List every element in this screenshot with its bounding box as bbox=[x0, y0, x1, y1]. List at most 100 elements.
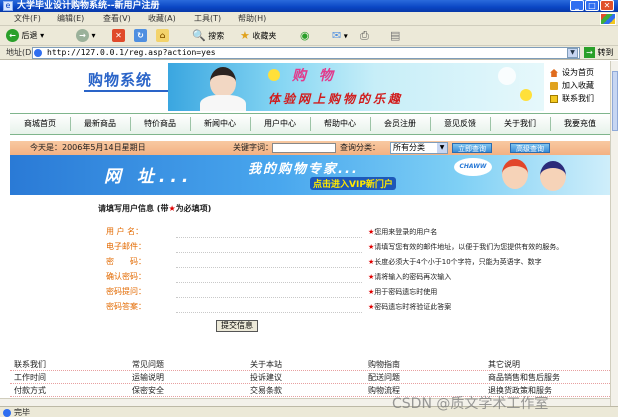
promo-speech-bubble: CHAWW bbox=[454, 158, 492, 176]
search-icon: 🔍 bbox=[192, 29, 206, 42]
footer-link-faq[interactable]: 常见问题 bbox=[132, 359, 164, 371]
submit-button[interactable]: 提交信息 bbox=[216, 320, 258, 332]
password-hint-text: 长度必须大于4个小于10个字符，只能为英语字、数字 bbox=[374, 258, 542, 266]
contact-us-label: 联系我们 bbox=[562, 94, 594, 103]
window-title: 大学毕业设计购物系统--新用户注册 bbox=[17, 1, 160, 11]
cartoon-boy-icon bbox=[540, 161, 566, 191]
nav-help[interactable]: 帮助中心 bbox=[310, 114, 370, 134]
home-button[interactable]: ⌂ bbox=[156, 29, 169, 43]
forward-arrow-icon: → bbox=[76, 29, 89, 42]
windows-logo-icon bbox=[600, 13, 616, 25]
nav-feedback[interactable]: 意见反馈 bbox=[430, 114, 490, 134]
category-select[interactable]: 所有分类 ▼ bbox=[390, 142, 448, 154]
chevron-down-icon: ▾ bbox=[343, 31, 348, 41]
favorites-label: 收藏夹 bbox=[252, 31, 277, 41]
nav-register[interactable]: 会员注册 bbox=[370, 114, 430, 134]
footer-link-after-sales[interactable]: 商品销售和售后服务 bbox=[488, 372, 560, 384]
close-button[interactable]: ✕ bbox=[600, 0, 614, 11]
email-input[interactable] bbox=[176, 242, 362, 253]
keyword-label: 关键字词： bbox=[233, 143, 273, 152]
advanced-search-button[interactable]: 高级查询 bbox=[510, 143, 550, 153]
promo-banner[interactable]: 网 址... 我的购物专家... 点击进入VIP新门户 CHAWW bbox=[10, 155, 610, 195]
confirm-password-input[interactable] bbox=[176, 272, 362, 283]
nav-special-offers[interactable]: 特价商品 bbox=[130, 114, 190, 134]
footer-link-shipping[interactable]: 运输说明 bbox=[132, 372, 164, 384]
address-input[interactable]: http://127.0.0.1/reg.asp?action=yes bbox=[32, 47, 580, 59]
question-input[interactable] bbox=[176, 287, 362, 298]
promo-net-text: 网 址... bbox=[104, 167, 194, 187]
footer-link-about[interactable]: 关于本站 bbox=[250, 359, 282, 371]
menu-file[interactable]: 文件(F) bbox=[14, 12, 41, 26]
nav-news[interactable]: 新闻中心 bbox=[190, 114, 250, 134]
set-homepage-link[interactable]: 设为首页 bbox=[548, 67, 610, 79]
site-logo[interactable]: 购物系统 bbox=[10, 61, 168, 109]
scrollbar-thumb[interactable] bbox=[612, 71, 618, 131]
forward-button[interactable]: → ▾ bbox=[76, 29, 96, 43]
search-button[interactable]: 🔍 搜索 bbox=[192, 29, 224, 43]
back-button[interactable]: ← 后退 ▾ bbox=[6, 29, 44, 43]
confirm-password-hint: ★请将输入的密码再次输入 bbox=[368, 270, 451, 284]
nav-about-us[interactable]: 关于我们 bbox=[490, 114, 550, 134]
form-row-answer: 密码答案： ★密码遗忘时将验证此答案 bbox=[98, 300, 568, 314]
ie-page-icon bbox=[3, 409, 11, 417]
ie-page-icon bbox=[34, 49, 42, 57]
search-bar: 今天是：2006年5月14日星期日 关键字词： 查询分类： 所有分类 ▼ 立即查… bbox=[10, 141, 610, 155]
email-label: 电子邮件： bbox=[106, 242, 146, 251]
form-row-confirm-password: 确认密码： ★请将输入的密码再次输入 bbox=[98, 270, 568, 284]
footer-link-privacy[interactable]: 保密安全 bbox=[132, 385, 164, 397]
menu-tools[interactable]: 工具(T) bbox=[194, 12, 221, 26]
browser-toolbar: ← 后退 ▾ → ▾ ✕ ↻ ⌂ 🔍 搜索 ★ 收藏夹 ◉ ✉ ▾ ⎙ ▤ bbox=[0, 26, 618, 46]
password-input[interactable] bbox=[176, 257, 362, 268]
menu-edit[interactable]: 编辑(E) bbox=[57, 12, 84, 26]
category-label: 查询分类： bbox=[340, 143, 380, 152]
logo-underline bbox=[84, 90, 168, 92]
search-now-button[interactable]: 立即查询 bbox=[452, 143, 492, 153]
cartoon-girl-icon bbox=[502, 159, 528, 189]
email-hint: ★请填写您有效的邮件地址，以便于我们为您提供有效的服务。 bbox=[368, 240, 563, 254]
go-button[interactable]: → 转到 bbox=[584, 47, 614, 59]
refresh-button[interactable]: ↻ bbox=[134, 29, 147, 43]
form-row-username: 用 户 名： ★您用来登录的用户名 bbox=[98, 225, 568, 239]
stop-button[interactable]: ✕ bbox=[112, 29, 125, 43]
footer-link-contact[interactable]: 联系我们 bbox=[14, 359, 46, 371]
footer-row: 工作时间 运输说明 投诉建议 配送问题 商品销售和售后服务 bbox=[10, 372, 610, 384]
nav-home[interactable]: 商城首页 bbox=[10, 114, 70, 134]
current-date: 今天是：2006年5月14日星期日 bbox=[30, 143, 146, 152]
footer-link-work-hours[interactable]: 工作时间 bbox=[14, 372, 46, 384]
footer-link-complaints[interactable]: 投诉建议 bbox=[250, 372, 282, 384]
vertical-scrollbar[interactable] bbox=[610, 61, 618, 406]
favorites-button[interactable]: ★ 收藏夹 bbox=[240, 29, 276, 43]
contact-us-link[interactable]: 联系我们 bbox=[548, 93, 610, 105]
print-button[interactable]: ⎙ bbox=[360, 29, 369, 43]
flower-icon bbox=[498, 67, 516, 85]
footer-link-payment[interactable]: 付款方式 bbox=[14, 385, 46, 397]
menu-help[interactable]: 帮助(H) bbox=[238, 12, 266, 26]
nav-recharge[interactable]: 我要充值 bbox=[550, 114, 610, 134]
password-hint: ★长度必须大于4个小于10个字符，只能为英语字、数字 bbox=[368, 255, 542, 269]
address-dropdown-icon[interactable]: ▼ bbox=[567, 48, 578, 58]
keyword-input[interactable] bbox=[272, 143, 336, 153]
footer-row: 联系我们 常见问题 关于本站 购物指南 其它说明 bbox=[10, 359, 610, 371]
nav-new-products[interactable]: 最新商品 bbox=[70, 114, 130, 134]
home-icon bbox=[550, 69, 558, 77]
footer-link-terms[interactable]: 交易条款 bbox=[250, 385, 282, 397]
maximize-button[interactable]: □ bbox=[585, 0, 599, 11]
answer-input[interactable] bbox=[176, 302, 362, 313]
username-input[interactable] bbox=[176, 227, 362, 238]
footer-link-shopping-guide[interactable]: 购物指南 bbox=[368, 359, 400, 371]
menu-view[interactable]: 查看(V) bbox=[103, 12, 131, 26]
edit-button[interactable]: ▤ bbox=[390, 29, 400, 43]
quick-links: 设为首页 加入收藏 联系我们 bbox=[548, 67, 610, 106]
mail-button[interactable]: ✉ ▾ bbox=[332, 29, 348, 43]
chevron-down-icon: ▾ bbox=[91, 31, 96, 40]
question-hint-text: 用于密码遗忘时使用 bbox=[374, 288, 438, 296]
nav-user-center[interactable]: 用户中心 bbox=[250, 114, 310, 134]
media-button[interactable]: ◉ bbox=[300, 29, 310, 43]
add-favorite-link[interactable]: 加入收藏 bbox=[548, 80, 610, 92]
answer-hint-text: 密码遗忘时将验证此答案 bbox=[374, 303, 452, 311]
minimize-button[interactable]: _ bbox=[570, 0, 584, 11]
footer-link-delivery[interactable]: 配送问题 bbox=[368, 372, 400, 384]
home-icon: ⌂ bbox=[156, 29, 169, 42]
menu-favorites[interactable]: 收藏(A) bbox=[148, 12, 176, 26]
footer-link-other[interactable]: 其它说明 bbox=[488, 359, 520, 371]
